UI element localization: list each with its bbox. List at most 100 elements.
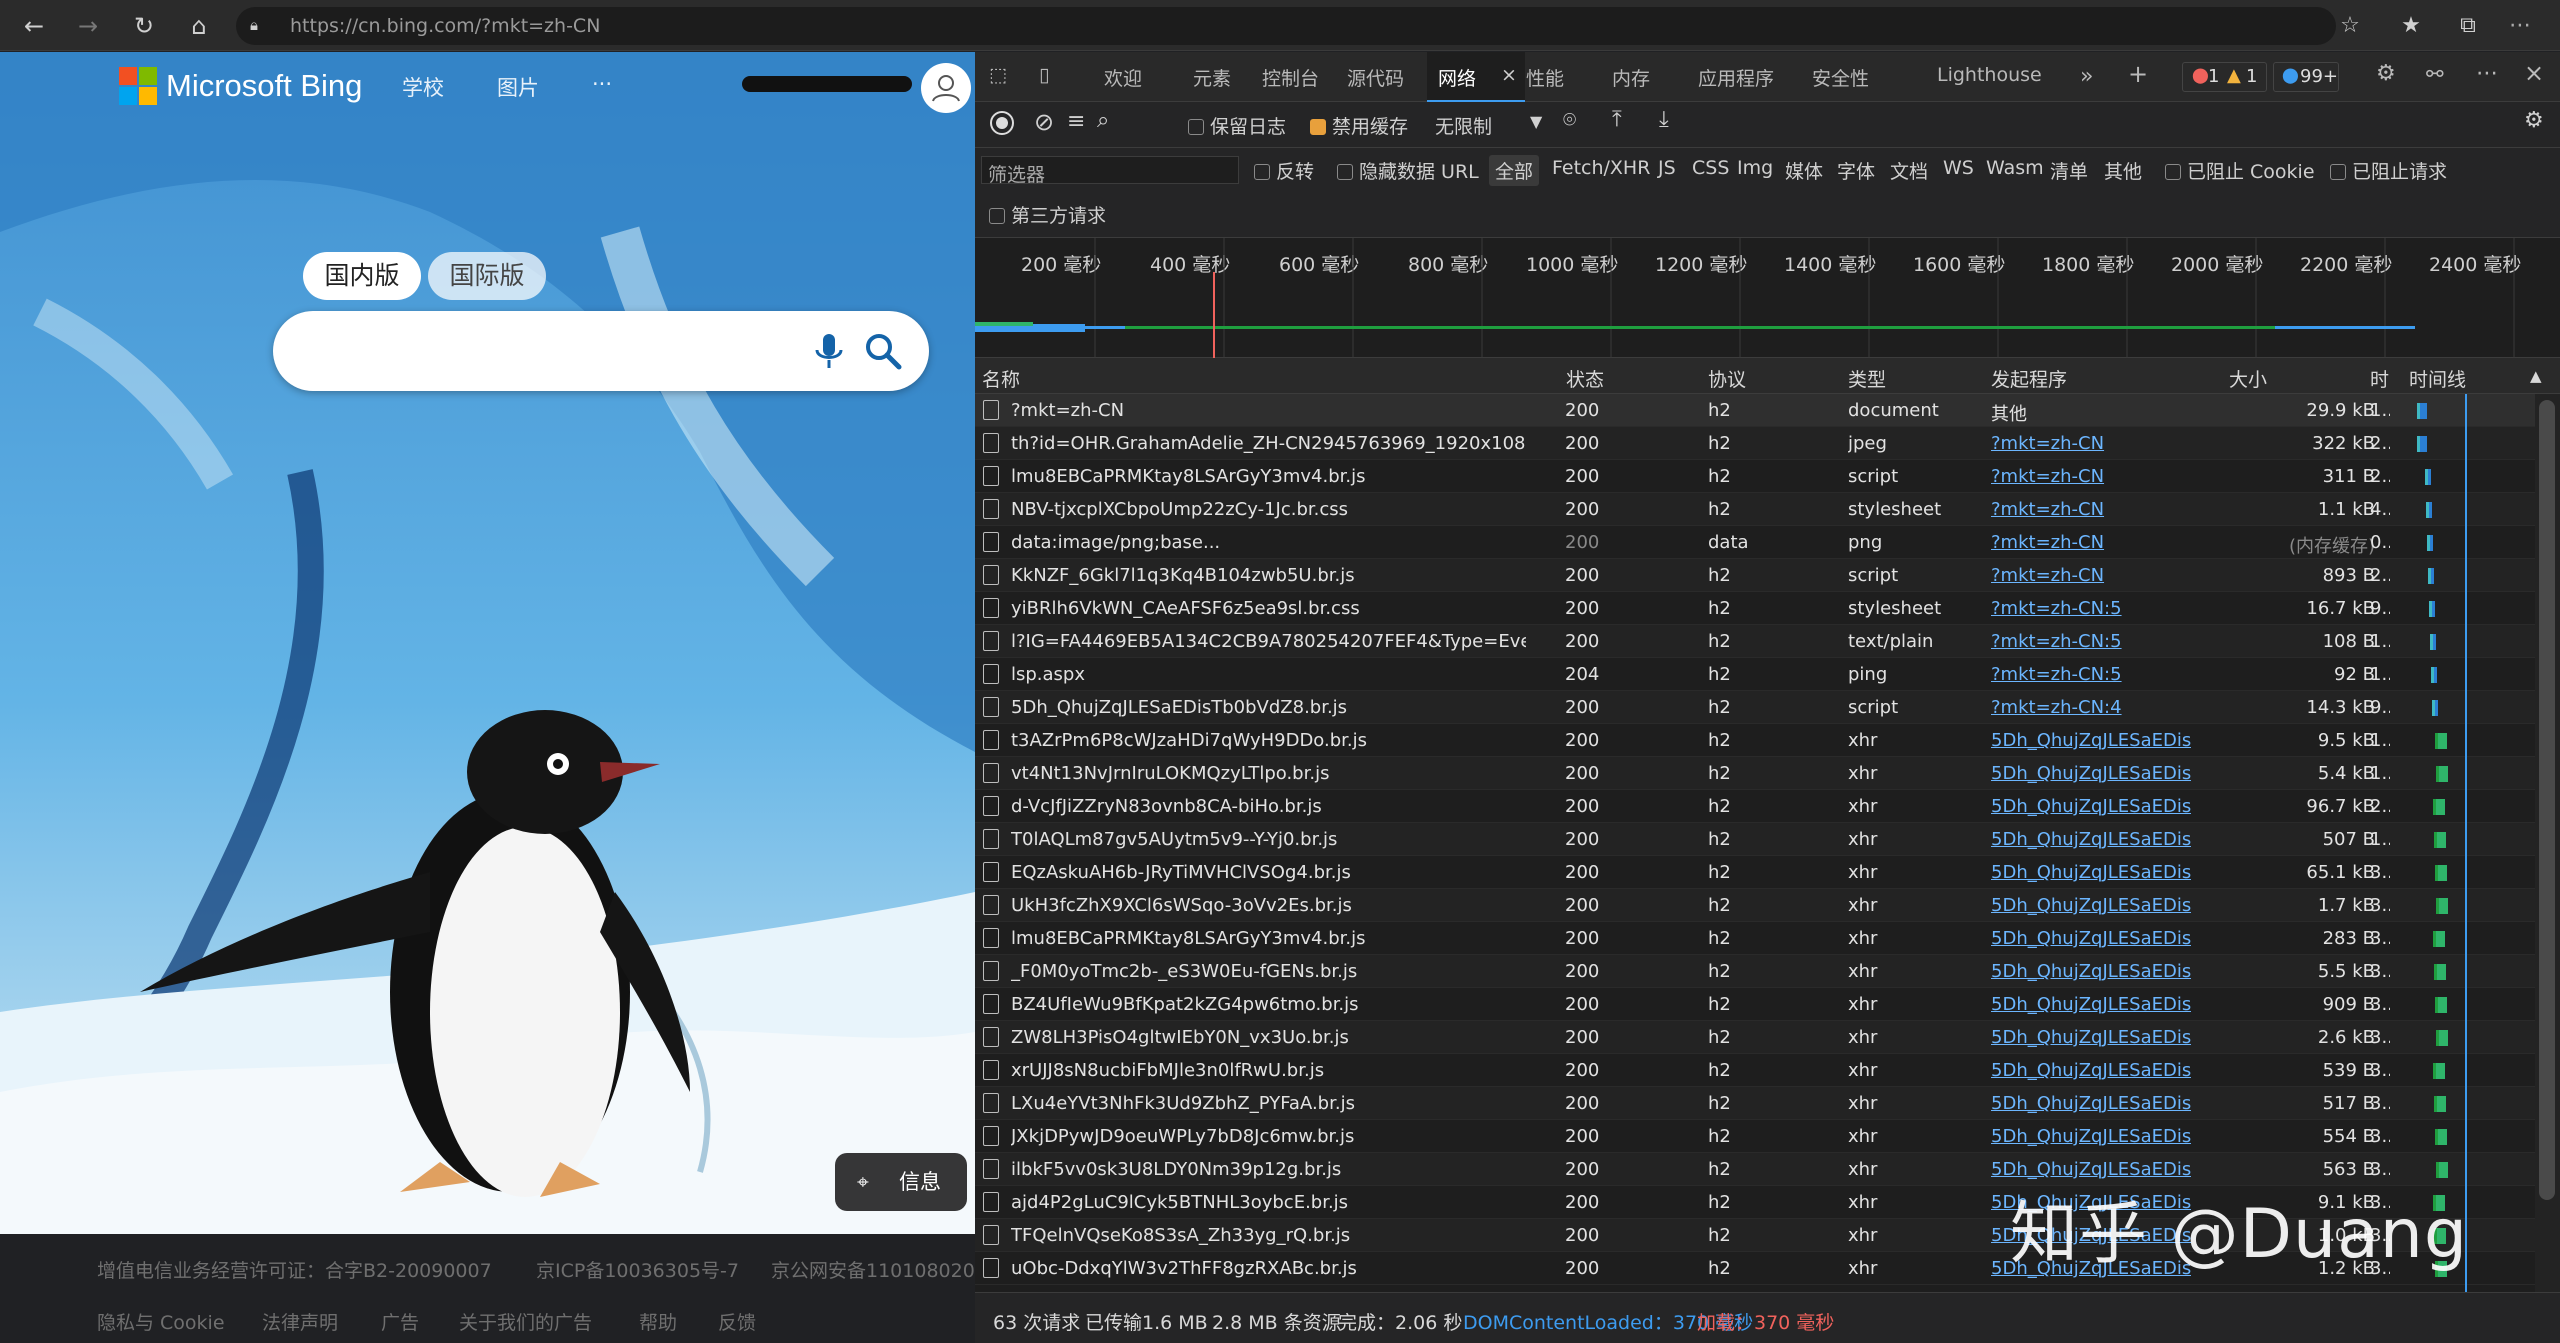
request-initiator[interactable]: 5Dh_QhujZqJLESaEDisTb... bbox=[1991, 763, 2191, 784]
footer-feedback[interactable]: 反馈 bbox=[718, 1308, 756, 1335]
device-toolbar-icon[interactable]: ▯ bbox=[1039, 64, 1049, 86]
filter-type-img[interactable]: Img bbox=[1737, 157, 1773, 179]
tab-international[interactable]: 国际版 bbox=[428, 252, 546, 300]
request-initiator[interactable]: ?mkt=zh-CN bbox=[1991, 499, 2191, 520]
issues-badge[interactable]: ⬤ 1 ▲ 1 bbox=[2182, 62, 2267, 92]
filter-type-other[interactable]: 其他 bbox=[2104, 157, 2142, 184]
table-row[interactable]: T0lAQLm87gv5AUytm5v9--Y-Yj0.br.js 200 h2 xh… bbox=[975, 823, 2535, 856]
filter-icon[interactable]: ≡ bbox=[1067, 109, 1085, 134]
messages-badge[interactable]: ⬤ 99+ bbox=[2273, 62, 2339, 92]
disable-cache-checkbox[interactable]: 禁用缓存 bbox=[1310, 112, 1408, 139]
inspect-icon[interactable]: ⬚ bbox=[989, 64, 1007, 86]
table-row[interactable]: t3AZrPm6P8cWJzaHDi7qWyH9DDo.br.js 200 h2 xh… bbox=[975, 724, 2535, 757]
export-har-icon[interactable]: ⤓ bbox=[1659, 107, 1669, 132]
table-row[interactable]: JXkjDPywJD9oeuWPLy7bD8Jc6mw.br.js 200 h2 xh… bbox=[975, 1120, 2535, 1153]
table-row[interactable]: 5Dh_QhujZqJLESaEDisTb0bVdZ8.br.js 200 h2 sc… bbox=[975, 691, 2535, 724]
tab-console[interactable]: 控制台 bbox=[1262, 64, 1319, 91]
avatar[interactable] bbox=[921, 63, 971, 113]
invert-checkbox[interactable]: 反转 bbox=[1254, 157, 1314, 184]
scrollbar-thumb[interactable] bbox=[2539, 400, 2555, 1200]
back-icon[interactable]: ← bbox=[18, 10, 50, 42]
table-row[interactable]: l?IG=FA4469EB5A134C2CB9A780254207FEF4&Ty… bbox=[975, 625, 2535, 658]
tab-memory[interactable]: 内存 bbox=[1612, 64, 1650, 91]
filter-input[interactable]: 筛选器 bbox=[981, 156, 1239, 186]
request-initiator[interactable]: 5Dh_QhujZqJLESaEDisTb... bbox=[1991, 928, 2191, 949]
table-row[interactable]: data:image/png;base... 200 data png ?mkt=zh-… bbox=[975, 526, 2535, 559]
search-box[interactable] bbox=[273, 311, 929, 391]
request-initiator[interactable]: 5Dh_QhujZqJLESaEDisTb... bbox=[1991, 1027, 2191, 1048]
filter-type-doc[interactable]: 文档 bbox=[1890, 157, 1928, 184]
request-initiator[interactable]: 5Dh_QhujZqJLESaEDisTb... bbox=[1991, 994, 2191, 1015]
tab-application[interactable]: 应用程序 bbox=[1698, 64, 1774, 91]
footer-ads[interactable]: 广告 bbox=[381, 1308, 419, 1335]
request-initiator[interactable]: 5Dh_QhujZqJLESaEDisTb... bbox=[1991, 796, 2191, 817]
tab-lighthouse[interactable]: Lighthouse bbox=[1937, 64, 2042, 86]
request-initiator[interactable]: 5Dh_QhujZqJLESaEDisTb... bbox=[1991, 829, 2191, 850]
filter-type-all[interactable]: 全部 bbox=[1489, 155, 1540, 186]
hide-data-urls-checkbox[interactable]: 隐藏数据 URL bbox=[1337, 157, 1479, 184]
request-initiator[interactable]: ?mkt=zh-CN bbox=[1991, 565, 2191, 586]
table-row[interactable]: BZ4UfIeWu9BfKpat2kZG4pw6tmo.br.js 200 h2 xh… bbox=[975, 988, 2535, 1021]
record-icon[interactable] bbox=[990, 111, 1014, 135]
footer-about-ads[interactable]: 关于我们的广告 bbox=[459, 1308, 592, 1335]
search-icon[interactable] bbox=[863, 331, 903, 371]
table-row[interactable]: lmu8EBCaPRMKtay8LSArGyY3mv4.br.js 200 h2 sc… bbox=[975, 460, 2535, 493]
footer-legal[interactable]: 法律声明 bbox=[262, 1308, 338, 1335]
favorites-icon[interactable]: ★ bbox=[2395, 10, 2427, 42]
filter-type-css[interactable]: CSS bbox=[1692, 157, 1729, 179]
table-row[interactable]: NBV-tjxcplXCbpoUmp22zCy-1Jc.br.css 200 h2 s… bbox=[975, 493, 2535, 526]
table-row[interactable]: th?id=OHR.GrahamAdelie_ZH-CN2945763969_1… bbox=[975, 427, 2535, 460]
request-initiator[interactable]: 5Dh_QhujZqJLESaEDisTb... bbox=[1991, 1159, 2191, 1180]
request-initiator[interactable]: ?mkt=zh-CN:4 bbox=[1991, 697, 2191, 718]
footer-privacy[interactable]: 隐私与 Cookie bbox=[97, 1308, 225, 1335]
request-initiator[interactable]: 5Dh_QhujZqJLESaEDisTb... bbox=[1991, 1126, 2191, 1147]
close-tab-icon[interactable]: × bbox=[1501, 64, 1517, 86]
request-initiator[interactable]: 5Dh_QhujZqJLESaEDisTb... bbox=[1991, 1060, 2191, 1081]
network-conditions-icon[interactable]: ⌾ bbox=[1563, 108, 1576, 133]
table-row[interactable]: vt4Nt13NvJrnIruLOKMQzyLTlpo.br.js 200 h2 xh… bbox=[975, 757, 2535, 790]
footer-icp[interactable]: 京ICP备10036305号-7 bbox=[536, 1256, 739, 1283]
refresh-icon[interactable]: ↻ bbox=[128, 10, 160, 42]
table-row[interactable]: LXu4eYVt3NhFk3Ud9ZbhZ_PYFaA.br.js 200 h2 xh… bbox=[975, 1087, 2535, 1120]
table-row[interactable]: yiBRlh6VkWN_CAeAFSF6z5ea9sl.br.css 200 h2 s… bbox=[975, 592, 2535, 625]
more-icon[interactable]: ⋯ bbox=[2504, 10, 2536, 42]
col-type[interactable]: 类型 bbox=[1848, 365, 1886, 392]
filter-type-js[interactable]: JS bbox=[1658, 157, 1676, 179]
tab-welcome[interactable]: 欢迎 bbox=[1104, 64, 1142, 91]
filter-type-media[interactable]: 媒体 bbox=[1785, 157, 1823, 184]
request-initiator[interactable]: ?mkt=zh-CN:5 bbox=[1991, 598, 2191, 619]
more-tabs-icon[interactable]: » bbox=[2080, 64, 2093, 89]
filter-type-manifest[interactable]: 清单 bbox=[2050, 157, 2088, 184]
col-name[interactable]: 名称 bbox=[982, 365, 1020, 392]
filter-type-ws[interactable]: WS bbox=[1943, 157, 1974, 179]
tab-performance[interactable]: 性能 bbox=[1526, 64, 1564, 91]
filter-type-wasm[interactable]: Wasm bbox=[1986, 157, 2044, 179]
tab-security[interactable]: 安全性 bbox=[1812, 64, 1869, 91]
add-favorite-icon[interactable]: ☆ bbox=[2334, 10, 2366, 42]
rewards-bar[interactable] bbox=[742, 76, 912, 92]
third-party-checkbox[interactable]: 第三方请求 bbox=[989, 201, 1106, 228]
request-initiator[interactable]: 5Dh_QhujZqJLESaEDisTb... bbox=[1991, 961, 2191, 982]
clear-icon[interactable]: ⊘ bbox=[1034, 108, 1054, 136]
request-initiator[interactable]: 5Dh_QhujZqJLESaEDisTb... bbox=[1991, 862, 2191, 883]
connect-icon[interactable]: ⚯ bbox=[2426, 62, 2444, 86]
network-settings-icon[interactable]: ⚙ bbox=[2524, 108, 2544, 133]
address-bar[interactable]: 🔒︎ https://cn.bing.com/?mkt=zh-CN bbox=[236, 7, 2336, 45]
filter-type-fetch[interactable]: Fetch/XHR bbox=[1552, 157, 1650, 179]
col-status[interactable]: 状态 bbox=[1566, 365, 1604, 392]
bing-brand[interactable]: Microsoft Bing bbox=[166, 68, 362, 104]
search-icon[interactable]: ⌕ bbox=[1097, 108, 1109, 133]
preserve-log-checkbox[interactable]: 保留日志 bbox=[1188, 112, 1286, 139]
scrollbar[interactable] bbox=[2535, 394, 2560, 1292]
extensions-icon[interactable]: ⧉ bbox=[2452, 10, 2484, 42]
table-row[interactable]: xrUJJ8sN8ucbiFbMJle3n0lfRwU.br.js 200 h2 xh… bbox=[975, 1054, 2535, 1087]
tab-sources[interactable]: 源代码 bbox=[1347, 64, 1404, 91]
filter-type-font[interactable]: 字体 bbox=[1837, 157, 1875, 184]
table-row[interactable]: lmu8EBCaPRMKtay8LSArGyY3mv4.br.js 200 h2 xh… bbox=[975, 922, 2535, 955]
settings-icon[interactable]: ⚙ bbox=[2376, 61, 2396, 86]
microsoft-logo-icon[interactable] bbox=[119, 67, 159, 107]
nav-school[interactable]: 学校 bbox=[402, 72, 444, 102]
throttle-select[interactable]: 无限制 ▼ bbox=[1435, 112, 1542, 139]
table-row[interactable]: ?mkt=zh-CN 200 h2 document 其他 29.9 kB1... bbox=[975, 394, 2535, 427]
sort-up-icon[interactable]: ▲ bbox=[2530, 367, 2542, 385]
